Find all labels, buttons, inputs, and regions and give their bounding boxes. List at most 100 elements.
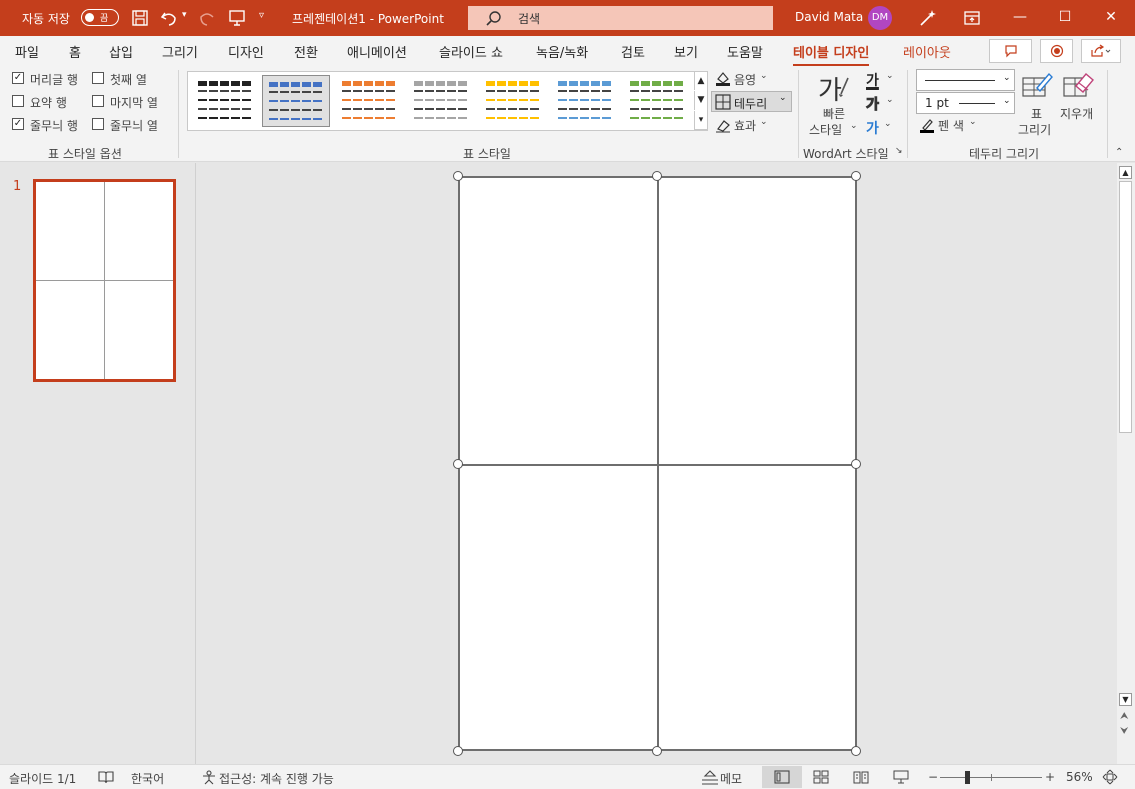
table-style-5[interactable]: [480, 75, 548, 127]
scroll-up-icon[interactable]: ▲: [1119, 166, 1132, 179]
pen-style-dropdown[interactable]: ⌄: [916, 69, 1015, 91]
zoom-in-button[interactable]: +: [1045, 770, 1055, 784]
resize-handle-right[interactable]: [851, 459, 861, 469]
save-icon[interactable]: [131, 9, 149, 27]
pen-weight-dropdown[interactable]: 1 pt ⌄: [916, 92, 1015, 114]
pen-color-icon[interactable]: [919, 117, 935, 133]
table-style-7[interactable]: [624, 75, 692, 127]
slide-sorter-icon[interactable]: [813, 770, 829, 784]
table-style-1[interactable]: [192, 75, 260, 127]
table-style-2[interactable]: [262, 75, 330, 127]
tab-animations[interactable]: 애니메이션: [347, 42, 407, 61]
table-object[interactable]: [458, 176, 857, 751]
tab-draw[interactable]: 그리기: [162, 42, 198, 61]
draw-table-icon[interactable]: [1021, 70, 1053, 100]
text-effects-icon[interactable]: 가: [866, 118, 879, 138]
gallery-scroll-down[interactable]: ▼: [694, 91, 708, 110]
undo-dropdown-icon[interactable]: ▾: [182, 10, 187, 20]
tab-transitions[interactable]: 전환: [294, 42, 318, 61]
resize-handle-bottom-left[interactable]: [453, 746, 463, 756]
resize-handle-top[interactable]: [652, 171, 662, 181]
maximize-button[interactable]: ☐: [1042, 0, 1088, 36]
scroll-thumb[interactable]: [1119, 181, 1132, 433]
last-column-checkbox[interactable]: [92, 95, 104, 107]
autosave-toggle[interactable]: 끔: [81, 9, 119, 26]
present-from-start-icon[interactable]: [228, 9, 246, 27]
text-fill-dropdown-icon[interactable]: ⌄: [886, 71, 894, 81]
resize-handle-top-left[interactable]: [453, 171, 463, 181]
tab-slideshow[interactable]: 슬라이드 쇼: [439, 42, 503, 61]
text-outline-dropdown-icon[interactable]: ⌄: [886, 95, 894, 105]
pen-color-button[interactable]: 펜 색: [938, 117, 964, 134]
tab-record[interactable]: 녹음/녹화: [536, 42, 588, 61]
scroll-down-icon[interactable]: ▼: [1119, 693, 1132, 706]
text-effects-dropdown-icon[interactable]: ⌄: [884, 119, 892, 129]
text-outline-icon[interactable]: 가: [866, 94, 880, 114]
zoom-out-button[interactable]: −: [928, 770, 938, 784]
text-fill-icon[interactable]: 가: [866, 70, 879, 90]
fit-to-window-icon[interactable]: [1102, 769, 1118, 785]
customize-qat-icon[interactable]: ▿: [259, 10, 264, 21]
tab-view[interactable]: 보기: [674, 42, 698, 61]
quick-styles-label-2[interactable]: 스타일: [809, 121, 842, 138]
draw-table-label-1[interactable]: 표: [1031, 105, 1042, 122]
tab-insert[interactable]: 삽입: [109, 42, 133, 61]
zoom-slider-thumb[interactable]: [965, 771, 970, 784]
tab-table-design[interactable]: 테이블 디자인: [793, 42, 870, 66]
tab-help[interactable]: 도움말: [727, 42, 763, 61]
banded-columns-checkbox[interactable]: [92, 118, 104, 130]
quick-styles-dropdown-icon[interactable]: ⌄: [850, 121, 858, 131]
tab-home[interactable]: 홈: [69, 42, 81, 61]
table-style-3[interactable]: [336, 75, 404, 127]
accessibility-status[interactable]: 접근성: 계속 진행 가능: [219, 770, 334, 787]
banded-rows-checkbox[interactable]: ✓: [12, 118, 24, 130]
spell-check-icon[interactable]: [98, 770, 114, 784]
gallery-scroll-up[interactable]: ▲: [694, 71, 708, 90]
close-button[interactable]: ✕: [1088, 0, 1134, 36]
designer-wand-icon[interactable]: [918, 8, 938, 28]
tab-file[interactable]: 파일: [15, 42, 39, 61]
resize-handle-left[interactable]: [453, 459, 463, 469]
shading-button[interactable]: 음영: [734, 71, 756, 88]
collapse-ribbon-icon[interactable]: ⌃: [1115, 147, 1123, 158]
shading-dropdown-icon[interactable]: ⌄: [760, 71, 768, 81]
normal-view-button[interactable]: [762, 766, 802, 788]
effects-dropdown-icon[interactable]: ⌄: [760, 117, 768, 127]
reading-view-icon[interactable]: [853, 770, 869, 784]
header-row-checkbox[interactable]: ✓: [12, 72, 24, 84]
tab-layout[interactable]: 레이아웃: [903, 42, 951, 61]
slideshow-view-icon[interactable]: [893, 770, 909, 784]
language[interactable]: 한국어: [131, 770, 164, 787]
search-box[interactable]: 검색: [468, 6, 773, 30]
gallery-more[interactable]: ▾: [694, 111, 708, 130]
eraser-icon[interactable]: [1062, 70, 1094, 100]
resize-handle-top-right[interactable]: [851, 171, 861, 181]
minimize-button[interactable]: —: [997, 0, 1043, 36]
quick-styles-label-1[interactable]: 빠른: [823, 105, 845, 122]
redo-icon[interactable]: [198, 9, 216, 27]
table-style-4[interactable]: [408, 75, 476, 127]
user-name[interactable]: David Mata: [795, 10, 863, 24]
record-button[interactable]: [1040, 39, 1073, 63]
tab-design[interactable]: 디자인: [228, 42, 264, 61]
notes-button[interactable]: 메모: [720, 770, 742, 787]
pen-color-dropdown-icon[interactable]: ⌄: [969, 117, 977, 127]
previous-slide-icon[interactable]: ⮝: [1120, 711, 1129, 722]
vertical-scrollbar[interactable]: ▲ ▼ ⮝ ⮟: [1117, 163, 1135, 764]
eraser-label[interactable]: 지우개: [1060, 105, 1093, 122]
avatar[interactable]: DM: [868, 6, 892, 30]
first-column-checkbox[interactable]: [92, 72, 104, 84]
table-styles-gallery[interactable]: [187, 71, 708, 131]
borders-button[interactable]: 테두리 ⌄: [711, 91, 792, 112]
share-button[interactable]: [1081, 39, 1121, 63]
effects-button[interactable]: 효과: [734, 117, 756, 134]
resize-handle-bottom[interactable]: [652, 746, 662, 756]
ribbon-display-options-icon[interactable]: [963, 10, 981, 26]
tab-review[interactable]: 검토: [621, 42, 645, 61]
slide-thumbnail[interactable]: [33, 179, 176, 382]
undo-icon[interactable]: [160, 9, 178, 27]
draw-table-label-2[interactable]: 그리기: [1018, 121, 1051, 138]
zoom-level[interactable]: 56%: [1066, 770, 1093, 784]
comments-button[interactable]: [989, 39, 1032, 63]
total-row-checkbox[interactable]: [12, 95, 24, 107]
